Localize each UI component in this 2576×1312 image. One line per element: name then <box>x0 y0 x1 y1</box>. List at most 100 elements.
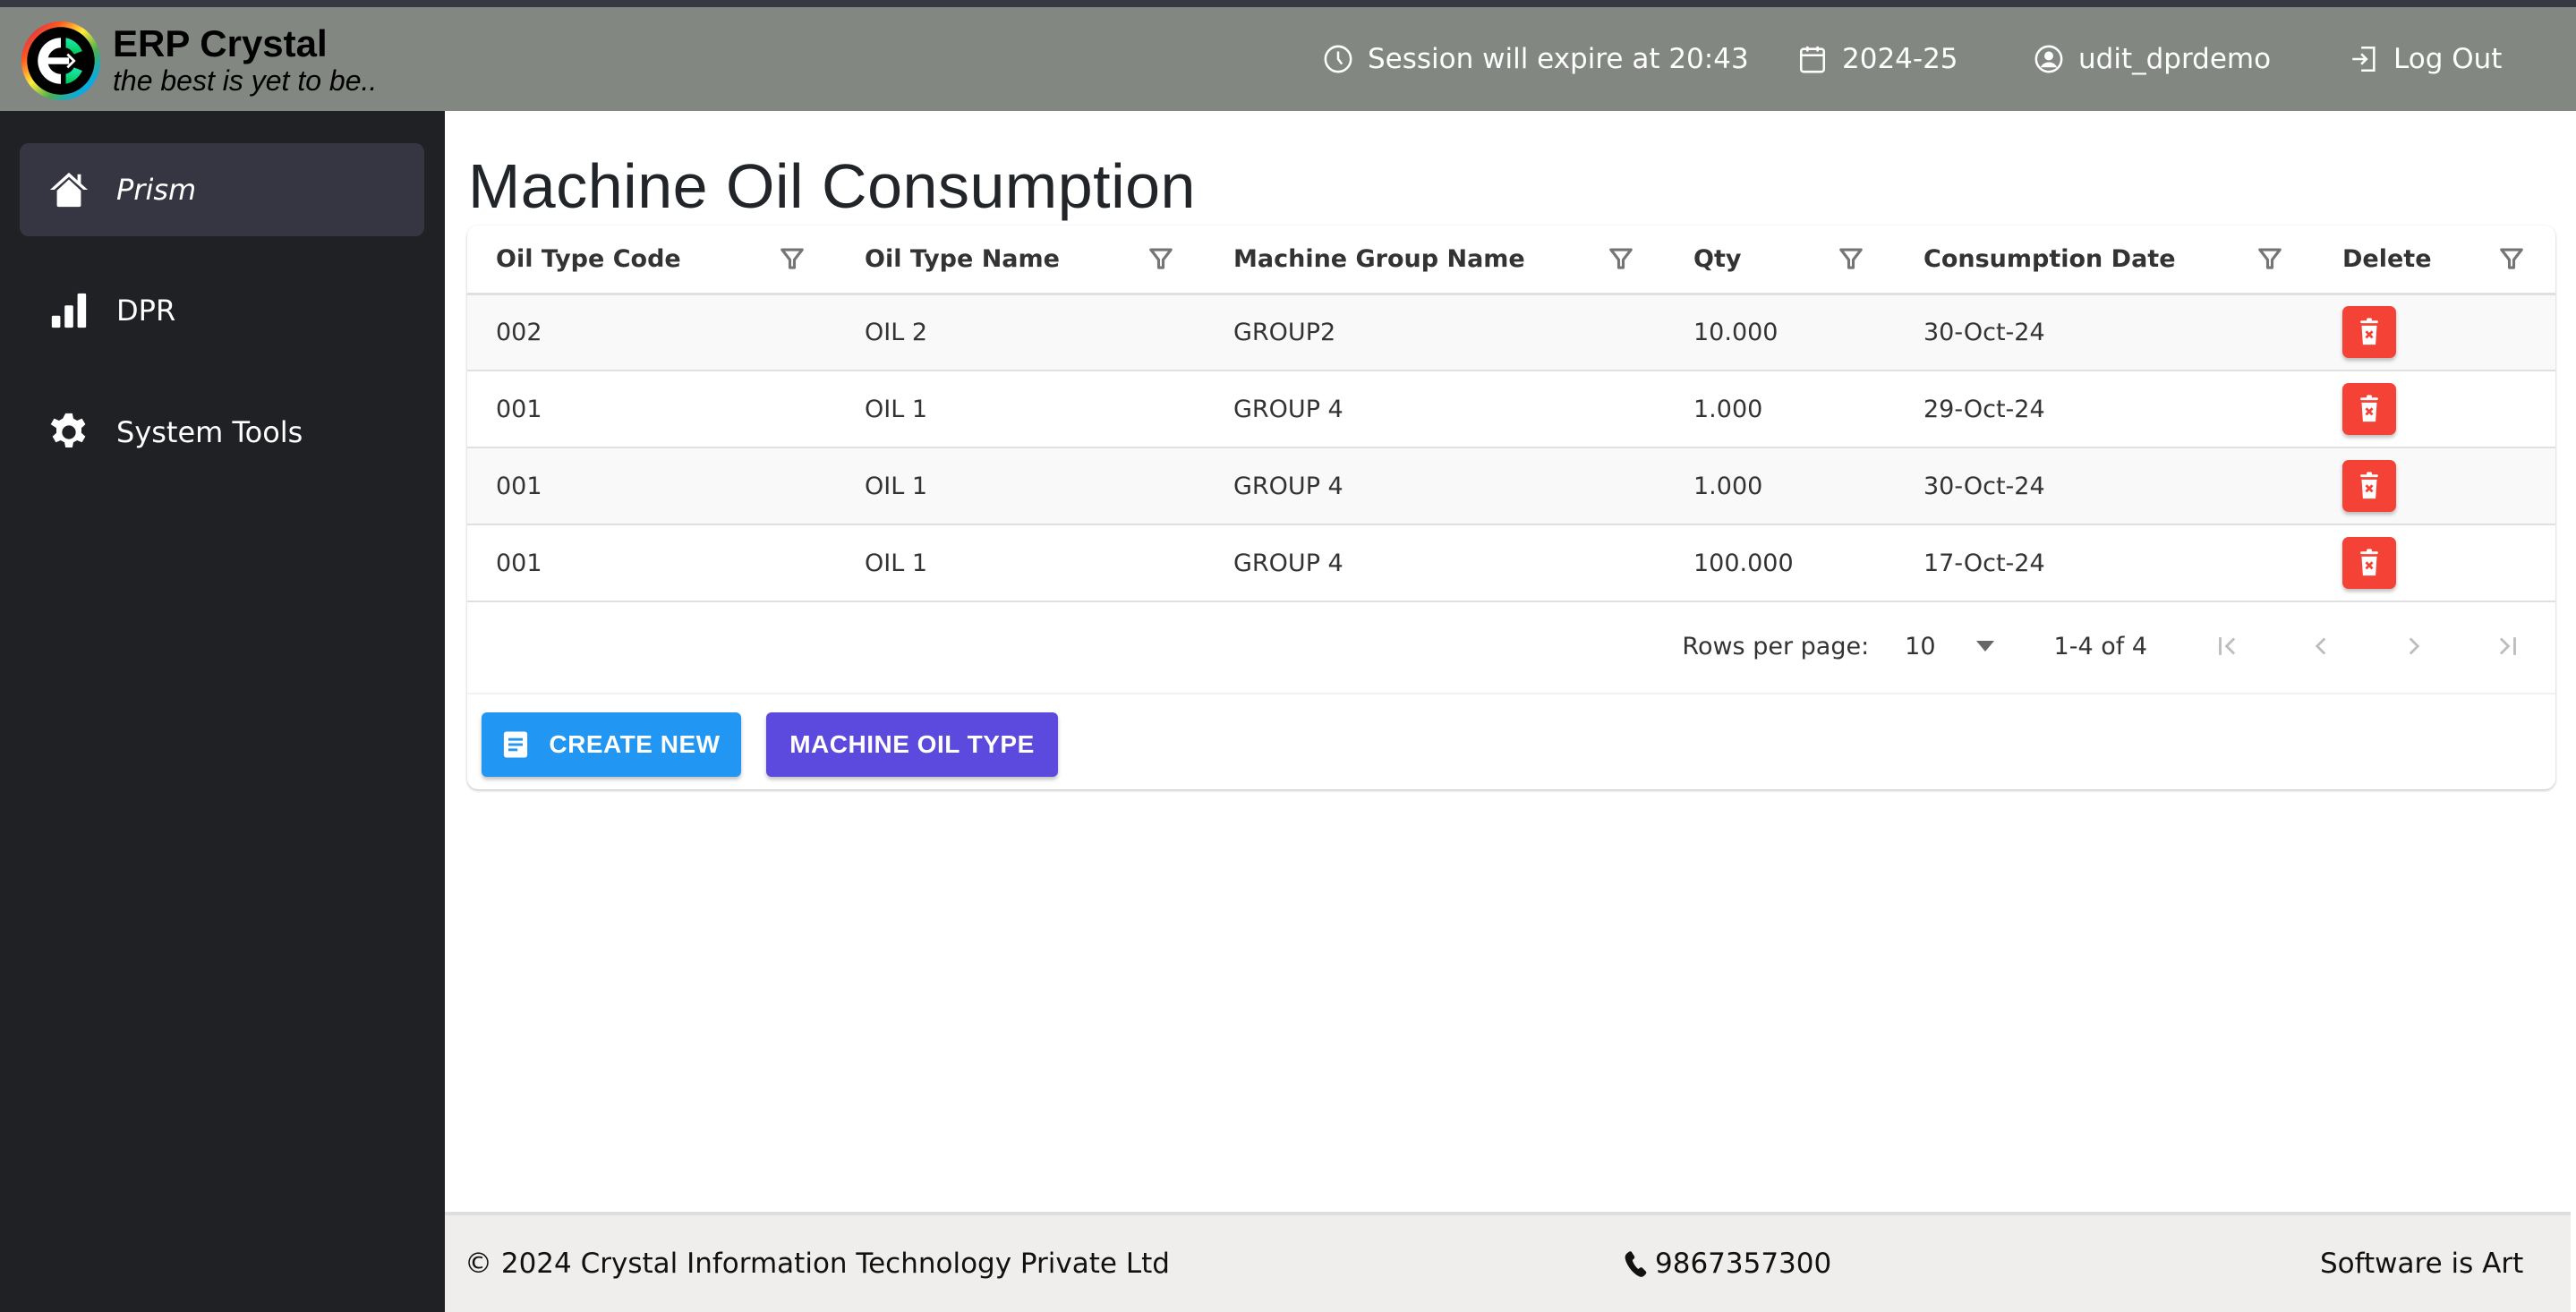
chevron-right-icon <box>2409 637 2420 655</box>
machine-oil-type-button[interactable]: MACHINE OIL TYPE <box>766 712 1058 777</box>
home-icon <box>49 172 89 208</box>
filter-icon[interactable] <box>2498 245 2525 272</box>
filter-icon[interactable] <box>1147 245 1174 272</box>
cell-machine-group-name: GROUP 4 <box>1233 472 1343 500</box>
column-header-consumption-date[interactable]: Consumption Date <box>1895 226 2314 294</box>
first-page-icon <box>2219 637 2236 655</box>
window-top-stripe <box>0 0 2576 7</box>
cell-oil-type-code: 001 <box>496 549 542 577</box>
cell-delete <box>2314 294 2555 371</box>
cell-oil-type-code: 002 <box>496 318 542 346</box>
brand-tagline: the best is yet to be.. <box>113 64 378 97</box>
trash-x-icon <box>2360 549 2378 576</box>
cell-consumption-date: 29-Oct-24 <box>1923 395 2045 423</box>
column-header-delete[interactable]: Delete <box>2314 226 2555 294</box>
cell-oil-type-name: OIL 1 <box>865 472 928 500</box>
footer: © 2024 Crystal Information Technology Pr… <box>445 1212 2571 1312</box>
rows-per-page-label: Rows per page: <box>1682 632 1870 660</box>
sidebar-item-label: DPR <box>116 294 176 328</box>
delete-button[interactable] <box>2342 537 2396 589</box>
rows-per-page-select[interactable]: 10 <box>1905 633 1994 660</box>
financial-year[interactable]: 2024-25 <box>1797 41 1958 77</box>
filter-icon[interactable] <box>1608 245 1634 272</box>
caret-down-icon <box>1975 641 1994 652</box>
session-expiry: Session will expire at 20:43 <box>1323 41 1749 77</box>
cell-delete <box>2314 447 2555 524</box>
previous-page-button[interactable] <box>2303 628 2339 664</box>
column-header-machine-group-name[interactable]: Machine Group Name <box>1205 226 1665 294</box>
column-header-oil-type-code[interactable]: Oil Type Code <box>467 226 836 294</box>
session-text: Session will expire at 20:43 <box>1368 43 1749 75</box>
app-header: ERP Crystal the best is yet to be.. Sess… <box>0 7 2576 111</box>
rows-per-page-value: 10 <box>1905 632 1936 660</box>
sidebar-item-prism[interactable]: Prism <box>20 143 424 236</box>
sidebar-item-label: Prism <box>116 173 197 207</box>
financial-year-text: 2024-25 <box>1842 43 1958 75</box>
table-header-row: Oil Type Code Oil Type Name Machine Grou… <box>467 226 2555 294</box>
first-page-button[interactable] <box>2210 628 2246 664</box>
main-content: Machine Oil Consumption Oil Type Code Oi… <box>445 111 2576 1212</box>
brand-title: ERP Crystal <box>113 22 328 64</box>
sidebar: Prism DPR System Tools <box>0 111 445 1312</box>
cell-oil-type-code: 001 <box>496 395 542 423</box>
bar-chart-icon <box>51 293 87 328</box>
page-title: Machine Oil Consumption <box>468 151 1196 221</box>
user-profile[interactable]: udit_dprdemo <box>2034 41 2271 77</box>
trash-x-icon <box>2360 318 2378 345</box>
cell-delete <box>2314 524 2555 601</box>
cell-machine-group-name: GROUP 4 <box>1233 549 1343 577</box>
trash-x-icon <box>2360 395 2378 422</box>
cell-oil-type-code: 001 <box>496 472 542 500</box>
trash-x-icon <box>2360 472 2378 499</box>
next-page-button[interactable] <box>2396 628 2432 664</box>
oil-consumption-table: Oil Type Code Oil Type Name Machine Grou… <box>467 226 2555 602</box>
sidebar-item-dpr[interactable]: DPR <box>20 264 424 357</box>
cell-consumption-date: 30-Oct-24 <box>1923 318 2045 346</box>
erp-crystal-logo <box>21 21 101 101</box>
table-row[interactable]: 001 OIL 1 GROUP 4 100.000 17-Oct-24 <box>467 524 2555 601</box>
cell-machine-group-name: GROUP 4 <box>1233 395 1343 423</box>
document-icon <box>504 731 528 758</box>
phone-number: 9867357300 <box>1655 1248 1832 1280</box>
calendar-icon <box>1799 46 1826 73</box>
sidebar-item-system-tools[interactable]: System Tools <box>20 386 424 479</box>
column-header-oil-type-name[interactable]: Oil Type Name <box>836 226 1205 294</box>
column-header-qty[interactable]: Qty <box>1665 226 1895 294</box>
page-range: 1-4 of 4 <box>2053 632 2147 660</box>
cell-consumption-date: 17-Oct-24 <box>1923 549 2045 577</box>
cell-delete <box>2314 371 2555 447</box>
cell-consumption-date: 30-Oct-24 <box>1923 472 2045 500</box>
create-new-button[interactable]: CREATE NEW <box>482 712 741 777</box>
cell-qty: 1.000 <box>1693 395 1763 423</box>
sidebar-item-label: System Tools <box>116 415 303 449</box>
delete-button[interactable] <box>2342 306 2396 359</box>
contact-phone: 9867357300 <box>1621 1248 1831 1280</box>
action-bar: CREATE NEW MACHINE OIL TYPE <box>467 693 2555 789</box>
username: udit_dprdemo <box>2078 43 2272 75</box>
filter-icon[interactable] <box>2256 245 2283 272</box>
table-row[interactable]: 002 OIL 2 GROUP2 10.000 30-Oct-24 <box>467 294 2555 371</box>
logout-label: Log Out <box>2393 43 2503 75</box>
cell-qty: 10.000 <box>1693 318 1778 346</box>
logout-icon <box>2352 46 2376 72</box>
delete-button[interactable] <box>2342 460 2396 512</box>
table-row[interactable]: 001 OIL 1 GROUP 4 1.000 29-Oct-24 <box>467 371 2555 447</box>
cell-oil-type-name: OIL 1 <box>865 395 928 423</box>
delete-button[interactable] <box>2342 383 2396 435</box>
filter-icon[interactable] <box>779 245 806 272</box>
last-page-button[interactable] <box>2489 628 2525 664</box>
pagination: Rows per page: 10 1-4 of 4 <box>467 601 2555 691</box>
cell-machine-group-name: GROUP2 <box>1233 318 1336 346</box>
cell-qty: 1.000 <box>1693 472 1763 500</box>
table-row[interactable]: 001 OIL 1 GROUP 4 1.000 30-Oct-24 <box>467 447 2555 524</box>
cell-oil-type-name: OIL 2 <box>865 318 928 346</box>
footer-tagline: Software is Art <box>2320 1248 2524 1280</box>
copyright-text: © 2024 Crystal Information Technology Pr… <box>465 1248 1170 1280</box>
gear-icon <box>50 413 86 448</box>
logout-button[interactable]: Log Out <box>2349 41 2502 77</box>
filter-icon[interactable] <box>1838 245 1864 272</box>
machine-oil-type-label: MACHINE OIL TYPE <box>789 730 1035 758</box>
phone-icon <box>1625 1251 1647 1277</box>
clock-icon <box>1324 45 1352 73</box>
create-new-label: CREATE NEW <box>549 730 721 758</box>
